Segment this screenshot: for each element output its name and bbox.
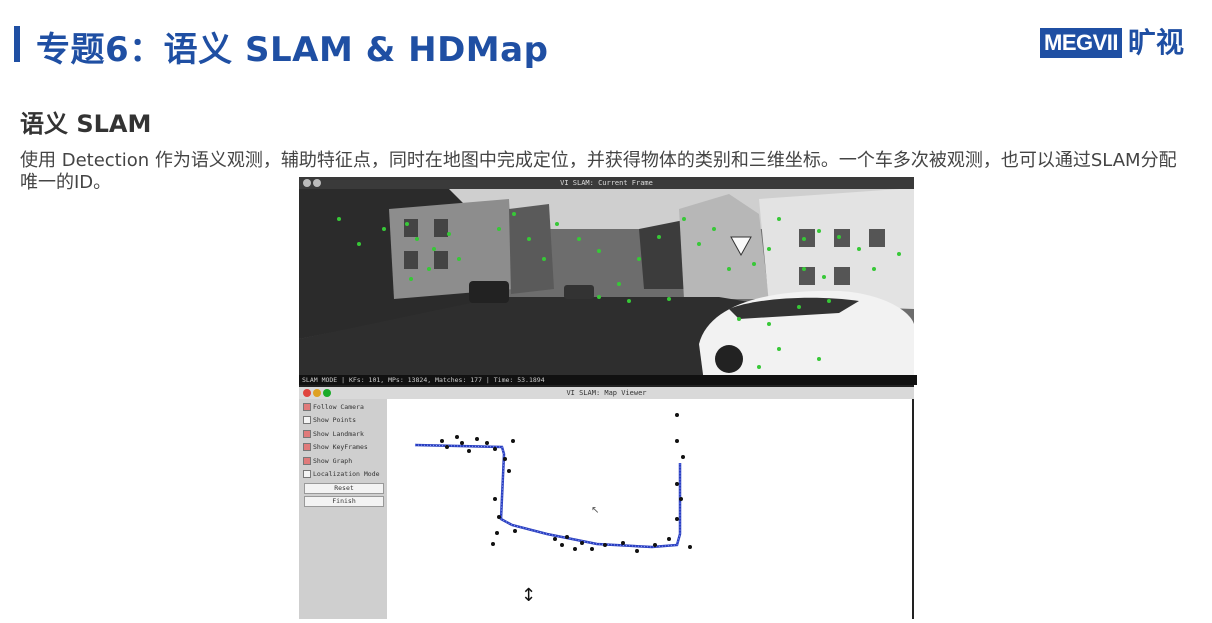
megvii-logo: MEGVII 旷视 (1040, 28, 1184, 58)
map-canvas[interactable]: ↖ ↕ (387, 399, 912, 619)
map-viewer-window: VI SLAM: Map Viewer Follow Camera Show P… (299, 387, 914, 619)
checkbox-icon[interactable] (303, 470, 311, 478)
current-frame-titlebar: VI SLAM: Current Frame (299, 177, 914, 189)
section-title: 语义 SLAM (20, 110, 152, 138)
option-label: Show Landmark (313, 430, 364, 438)
trajectory-path (414, 443, 682, 549)
option-label: Show KeyFrames (313, 443, 368, 451)
option-label: Follow Camera (313, 403, 364, 411)
street-scene (299, 189, 914, 382)
resize-cursor-icon: ↕ (521, 585, 536, 606)
slam-status-line: SLAM MODE | KFs: 101, MPs: 13824, Matche… (299, 375, 917, 385)
finish-button[interactable]: Finish (304, 496, 384, 507)
option-label: Localization Mode (313, 470, 380, 478)
checkbox-icon[interactable] (303, 457, 311, 465)
page-title: 专题6：语义 SLAM & HDMap (36, 30, 549, 70)
options-panel: Follow Camera Show Points Show Landmark … (299, 399, 387, 619)
map-viewer-titlebar: VI SLAM: Map Viewer (299, 387, 914, 399)
current-frame-image (299, 189, 914, 382)
checkbox-icon[interactable] (303, 430, 311, 438)
option-label: Show Graph (313, 457, 353, 465)
slam-screenshot: VI SLAM: Current Frame SLAM MODE | KFs: … (299, 177, 917, 619)
option-show-points[interactable]: Show Points (303, 416, 356, 424)
option-show-keyframes[interactable]: Show KeyFrames (303, 443, 368, 451)
map-viewer-title: VI SLAM: Map Viewer (566, 389, 647, 397)
checkbox-icon[interactable] (303, 443, 311, 451)
option-show-landmark[interactable]: Show Landmark (303, 430, 364, 438)
current-frame-title: VI SLAM: Current Frame (560, 179, 653, 187)
logo-box: MEGVII (1040, 28, 1123, 58)
mouse-cursor-icon: ↖ (591, 505, 599, 516)
landmark-points (440, 413, 692, 553)
checkbox-icon[interactable] (303, 416, 311, 424)
title-accent-bar (14, 26, 20, 62)
checkbox-icon[interactable] (303, 403, 311, 411)
option-localization-mode[interactable]: Localization Mode (303, 470, 380, 478)
trajectory-map: ↖ ↕ (414, 413, 692, 606)
option-follow-camera[interactable]: Follow Camera (303, 403, 364, 411)
option-label: Show Points (313, 416, 357, 424)
option-show-graph[interactable]: Show Graph (303, 457, 352, 465)
logo-text: 旷视 (1128, 26, 1185, 59)
reset-button[interactable]: Reset (304, 483, 384, 494)
